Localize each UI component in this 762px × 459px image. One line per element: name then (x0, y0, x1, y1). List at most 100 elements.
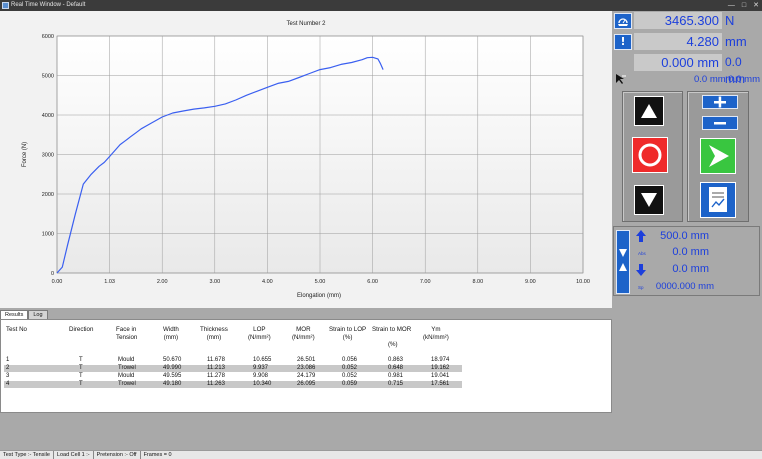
table-row[interactable]: 4 T Trowel 49.180 11.263 10.340 26.095 0.059 0.7… (4, 381, 462, 388)
table-cell: Mould (118, 373, 135, 379)
table-cell: 0.052 (342, 365, 358, 371)
alert-icon[interactable]: ! (614, 34, 632, 50)
jog-control-box (622, 91, 683, 222)
extension-readout: 4.280 (634, 33, 722, 50)
chart-panel: 0.00 1.03 2.00 3.00 4.00 5.00 6.00 7.00 8.00 9.00… (0, 11, 612, 308)
table-cell: T (79, 357, 83, 363)
table-cell: Trowel (118, 365, 136, 371)
table-row[interactable]: 3 T Mould 49.595 11.278 9.908 24.179 0.052 0.981… (4, 373, 462, 380)
force-elongation-chart: 0.00 1.03 2.00 3.00 4.00 5.00 6.00 7.00 8.00 9.00… (22, 21, 590, 299)
table-cell: 0.863 (388, 357, 404, 363)
table-row[interactable]: 2 T Trowel 49.990 11.213 9.937 23.086 0.052 0.64… (4, 365, 462, 372)
y-tick-label: 0 (51, 271, 54, 277)
header-test-no: Test No (6, 326, 27, 333)
header-ym: Ym (kN/mm²) (423, 326, 449, 341)
table-cell: 11.278 (207, 373, 225, 379)
header-strain-mor-unit: (%) (388, 341, 398, 348)
table-cell: 0.981 (388, 373, 404, 379)
header-mor: MOR (N/mm²) (292, 326, 315, 341)
table-cell: Trowel (118, 381, 136, 387)
table-cell: 50.670 (163, 357, 182, 363)
zero-cursor-icon[interactable] (615, 73, 627, 85)
status-pretension: Pretension :- Off (94, 451, 141, 459)
status-frames: Frames = 0 (143, 452, 172, 458)
play-icon[interactable] (700, 138, 736, 174)
table-cell: 26.095 (297, 381, 316, 387)
table-cell: 10.340 (253, 381, 272, 387)
table-row[interactable]: 1 T Mould 50.670 11.678 10.655 26.501 0.056 0.86… (4, 357, 462, 364)
table-cell: Mould (118, 357, 135, 363)
table-cell: 2 (6, 365, 10, 371)
x-tick-label: 8.00 (472, 279, 483, 285)
table-cell: 23.086 (297, 365, 316, 371)
up-arrow-icon[interactable] (634, 96, 664, 126)
position-panel: 500.0 mm Abs 0.0 mm 0.0 mm Sp 0000.000 m… (613, 226, 760, 296)
x-tick-label: 0.00 (52, 279, 63, 285)
x-tick-label: 5.00 (315, 279, 326, 285)
speed-readout: 0000.000 mm (655, 281, 714, 292)
status-test-type: Test Type :- Tensile (0, 451, 54, 459)
results-table: Test No Direction Face in Tension Width (m… (0, 319, 612, 413)
report-icon[interactable] (700, 182, 736, 218)
position-slider[interactable] (616, 230, 630, 294)
table-cell: 49.990 (163, 365, 182, 371)
app-icon (2, 2, 9, 9)
y-tick-label: 5000 (42, 74, 54, 80)
minus-icon[interactable] (702, 116, 738, 130)
status-bar: Test Type :- Tensile Load Cell 1 :- Pret… (0, 450, 762, 459)
y-tick-label: 6000 (42, 34, 54, 40)
small-readout: 0.0 mm 0.0 mm (694, 74, 760, 85)
speed-label: Sp (638, 285, 644, 290)
start-control-box (687, 91, 749, 222)
table-cell: 0.052 (342, 373, 358, 379)
target-readout: 500.0 mm (660, 230, 709, 242)
x-tick-label: 9.00 (525, 279, 536, 285)
status-load-cell: Load Cell 1 :- (54, 451, 94, 459)
position-readout: 0.000 mm (634, 54, 722, 71)
table-cell: 0.715 (388, 381, 404, 387)
table-cell: 18.974 (431, 357, 450, 363)
x-tick-label: 10.00 (576, 279, 590, 285)
header-thickness: Thickness (mm) (200, 326, 228, 341)
stop-icon[interactable] (632, 137, 668, 173)
x-tick-label: 4.00 (262, 279, 273, 285)
x-tick-label: 1.03 (104, 279, 115, 285)
minimize-button[interactable]: — (728, 0, 735, 11)
scale-icon[interactable] (614, 13, 632, 29)
force-unit: N (725, 13, 735, 28)
force-readout: 3465.300 (634, 12, 722, 29)
table-cell: 19.041 (431, 373, 450, 379)
table-cell: 49.180 (163, 381, 182, 387)
table-cell: 3 (6, 373, 10, 379)
header-direction: Direction (69, 326, 94, 333)
table-cell: 1 (6, 357, 10, 363)
x-tick-label: 7.00 (420, 279, 431, 285)
x-tick-label: 2.00 (157, 279, 168, 285)
table-cell: 24.179 (297, 373, 316, 379)
y-tick-label: 1000 (42, 232, 54, 238)
table-cell: 19.162 (431, 365, 450, 371)
down-arrow-icon[interactable] (634, 185, 664, 215)
table-cell: 9.908 (253, 373, 269, 379)
y-tick-label: 3000 (42, 153, 54, 159)
table-cell: T (79, 365, 83, 371)
header-face-in-tension: Face in Tension (116, 326, 138, 341)
rel-readout: 0.0 mm (672, 263, 709, 275)
table-cell: 17.561 (431, 381, 450, 387)
plus-icon[interactable] (702, 95, 738, 109)
table-cell: T (79, 381, 83, 387)
header-strain-lop: Strain to LOP (%) (329, 326, 367, 341)
header-width: Width (mm) (163, 326, 179, 341)
close-button[interactable]: ✕ (753, 0, 759, 11)
table-cell: 0.648 (388, 365, 404, 371)
table-cell: 4 (6, 381, 10, 387)
x-tick-label: 3.00 (209, 279, 220, 285)
maximize-button[interactable]: □ (742, 0, 746, 11)
table-cell: 9.937 (253, 365, 269, 371)
table-cell: 26.501 (297, 357, 316, 363)
header-lop: LOP (N/mm²) (248, 326, 271, 341)
x-axis-label: Elongation (mm) (297, 293, 341, 299)
table-cell: 11.213 (207, 365, 225, 371)
y-axis-label: Force (N) (22, 142, 28, 167)
table-cell: 49.595 (163, 373, 182, 379)
